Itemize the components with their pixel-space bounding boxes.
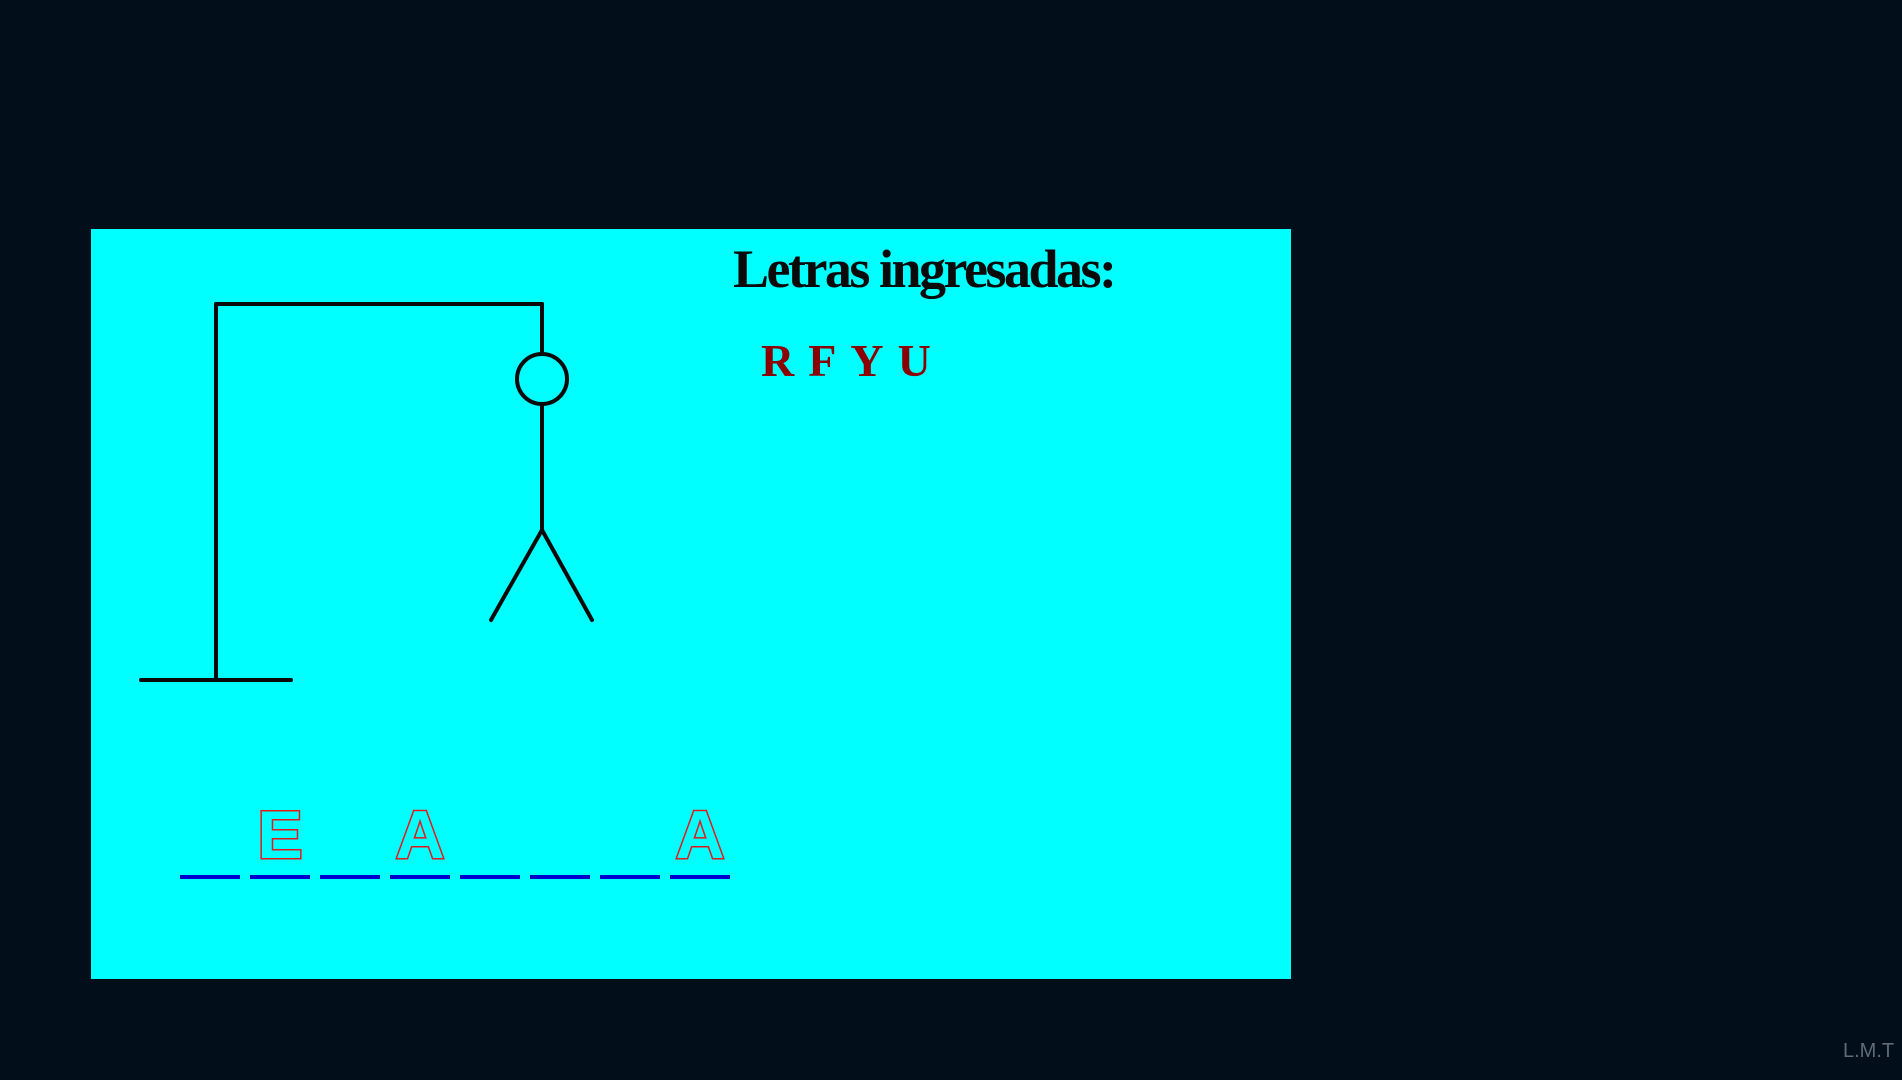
used-letter: F <box>808 335 837 386</box>
letter-slot <box>530 797 590 879</box>
letter-slot: E <box>250 797 310 879</box>
game-canvas: Letras ingresadas: R F Y U E A A <box>91 229 1291 979</box>
letter-slot: A <box>390 797 450 879</box>
slot-underline <box>180 875 240 879</box>
letter-slot <box>600 797 660 879</box>
letter-slot <box>180 797 240 879</box>
signature: L.M.T <box>1843 1040 1895 1062</box>
slot-underline <box>600 875 660 879</box>
slot-underline <box>390 875 450 879</box>
page: Letras ingresadas: R F Y U E A A ©2022. … <box>0 0 1902 1080</box>
slot-underline <box>670 875 730 879</box>
slot-letter: A <box>674 797 726 873</box>
used-letters-list: R F Y U <box>761 338 931 384</box>
letter-slot <box>460 797 520 879</box>
slot-letter: A <box>394 797 446 873</box>
used-letter: U <box>897 335 931 386</box>
footer-credit: ©2022. Developer: Leonardo Manuel Tolaba… <box>0 1032 1902 1080</box>
used-letters-title: Letras ingresadas: <box>733 239 1117 299</box>
used-letter: R <box>761 335 795 386</box>
secret-word: E A A <box>180 797 730 879</box>
letter-slot: A <box>670 797 730 879</box>
hangman-left-leg <box>489 528 544 622</box>
slot-underline <box>320 875 380 879</box>
footer-credit-text: ©2022. Developer: Leonardo Manuel Tolaba… <box>111 1036 1521 1077</box>
hangman-right-leg <box>540 528 594 622</box>
slot-underline <box>460 875 520 879</box>
slot-underline <box>250 875 310 879</box>
slot-underline <box>530 875 590 879</box>
hangman-head <box>515 352 569 406</box>
used-letter: Y <box>850 335 884 386</box>
letter-slot <box>320 797 380 879</box>
slot-letter: E <box>256 797 304 873</box>
